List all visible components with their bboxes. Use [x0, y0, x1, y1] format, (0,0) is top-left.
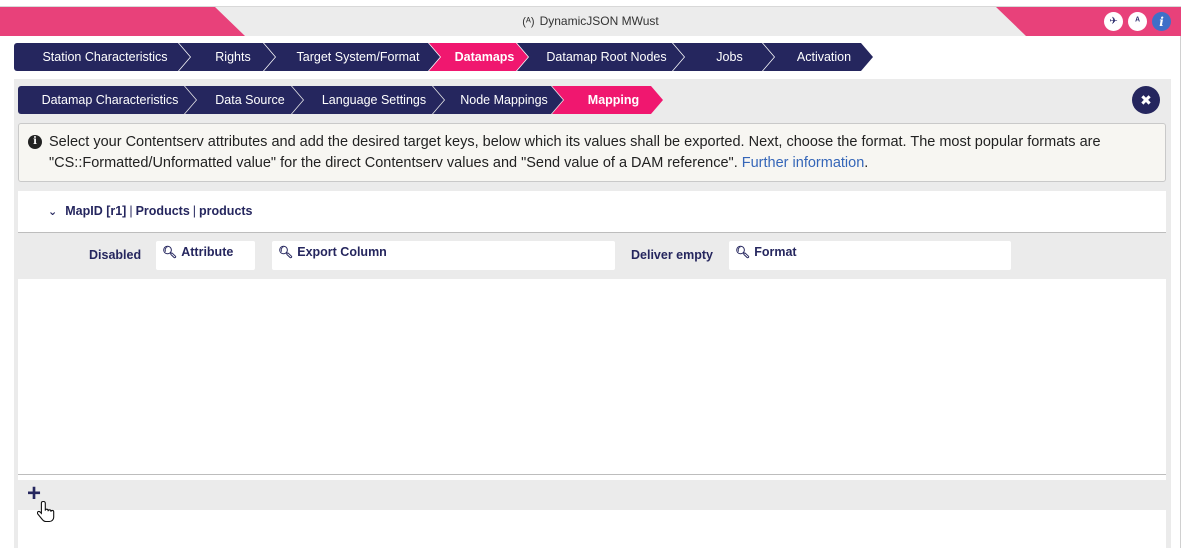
export-column-filter[interactable]: 🔍︎ Export Column — [272, 241, 615, 270]
tab-target-system-format[interactable]: Target System/Format — [264, 43, 440, 71]
tab-station-characteristics[interactable]: Station Characteristics — [14, 43, 190, 71]
page-border — [1180, 36, 1181, 548]
deliver-empty-label: Deliver empty — [631, 248, 713, 262]
close-icon: ✖ — [1140, 91, 1152, 108]
info-box: i Select your Contentserv attributes and… — [18, 123, 1166, 182]
hand-cursor-icon — [37, 500, 55, 523]
search-icon: 🔍︎ — [162, 245, 178, 259]
antenna-icon: (ᴬ) — [522, 16, 535, 28]
tab-jobs[interactable]: Jobs — [673, 43, 774, 71]
tab-node-mappings[interactable]: Node Mappings — [433, 86, 563, 114]
info-circle-icon: i — [28, 135, 42, 149]
filter-row: Disabled 🔍︎ Attribute 🔍︎ Export Column Del… — [18, 233, 1166, 279]
add-row: + — [18, 480, 1166, 510]
tab-datamap-root-nodes[interactable]: Datamap Root Nodes — [517, 43, 684, 71]
divider — [18, 474, 1166, 475]
info-icon[interactable]: i — [1152, 12, 1171, 31]
attribute-filter[interactable]: 🔍︎ Attribute — [156, 241, 255, 270]
disabled-label: Disabled — [89, 248, 142, 262]
main-navigation: Station Characteristics Rights Target Sy… — [14, 43, 873, 71]
mapping-content: ⌄ MapID [r1] | Products | products Disabled 🔍… — [18, 191, 1166, 548]
close-button[interactable]: ✖ — [1132, 86, 1160, 114]
title-bar: (ᴬ) DynamicJSON MWust ✈ ᴬ i — [0, 6, 1181, 36]
further-information-link[interactable]: Further information — [742, 155, 865, 171]
map-header[interactable]: ⌄ MapID [r1] | Products | products — [48, 204, 253, 218]
tab-datamaps[interactable]: Datamaps — [429, 43, 528, 71]
search-icon: 🔍︎ — [735, 245, 751, 259]
chevron-down-icon[interactable]: ⌄ — [48, 205, 57, 218]
window-title: (ᴬ) DynamicJSON MWust — [522, 14, 659, 28]
info-text: Select your Contentserv attributes and a… — [49, 134, 1101, 171]
tab-datamap-characteristics[interactable]: Datamap Characteristics — [18, 86, 196, 114]
tab-rights[interactable]: Rights — [179, 43, 275, 71]
plane-icon[interactable]: ✈ — [1104, 12, 1123, 31]
format-filter[interactable]: 🔍︎ Format — [729, 241, 1011, 270]
tab-mapping[interactable]: Mapping — [552, 86, 663, 114]
tab-language-settings[interactable]: Language Settings — [292, 86, 444, 114]
search-icon: 🔍︎ — [278, 245, 294, 259]
sub-navigation: Datamap Characteristics Data Source Lang… — [18, 86, 663, 114]
tab-data-source[interactable]: Data Source — [185, 86, 303, 114]
tab-activation[interactable]: Activation — [763, 43, 873, 71]
antenna-icon[interactable]: ᴬ — [1128, 12, 1147, 31]
